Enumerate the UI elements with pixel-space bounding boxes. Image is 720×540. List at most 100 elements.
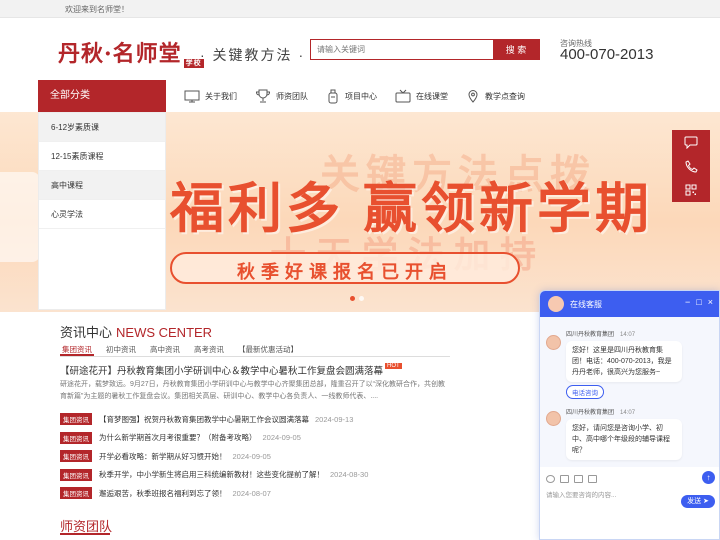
main-nav: 关于我们 师资团队 项目中心 在线课堂 教学点查询 [184,80,543,112]
carousel-dot[interactable] [350,296,355,301]
news-date: 2024-09-05 [232,451,271,461]
carousel-dot[interactable] [359,296,364,301]
banner-decoration [0,172,40,262]
category-item[interactable]: 高中课程 [39,171,165,200]
news-badge: 集团资讯 [60,468,92,481]
chat-widget: 在线客服 − □ × 四川丹秋教育集团 14:07 您好！这里是四川丹秋教育集团！… [539,290,720,540]
nav-locations[interactable]: 教学点查询 [466,89,525,103]
quick-contact-bar [672,130,710,202]
news-badge: 集团资讯 [60,487,92,500]
bottle-icon [328,89,338,103]
banner-pill: 秋季好课报名已开启 [170,252,520,284]
nav-online-label: 在线课堂 [416,91,448,101]
search-input[interactable] [311,40,493,59]
tab-gaokao[interactable]: 高考资讯 [192,343,226,356]
list-item[interactable]: 集团资讯 邂逅艰苦，秋季班报名福利到忘了领！ 2024-08-07 [60,484,450,503]
message-time: 14:07 [620,332,636,338]
news-item-title: 【育梦图强】祝贺丹秋教育集团教学中心暑期工作会议圆满落幕 [99,414,309,424]
trophy-icon [255,89,271,103]
message-bubble: 您好！这里是四川丹秋教育集团！电话：400-070-2013，我是丹丹老师，很高… [566,341,682,382]
qrcode-icon [685,184,697,196]
tab-high-school[interactable]: 高中资讯 [148,343,182,356]
quick-qrcode[interactable] [672,178,710,202]
nav-about-label: 关于我们 [205,91,237,101]
list-item[interactable]: 集团资讯 开学必看攻略：新学期从好习惯开始！ 2024-09-05 [60,447,450,466]
news-item-title: 秋季开学，中小学新生将启用三科统编新教材！这些变化提前了解！ [99,470,324,480]
send-button[interactable]: 发送 ➤ [681,495,715,508]
news-badge: 集团资讯 [60,431,92,444]
list-item[interactable]: 集团资讯 秋季开学，中小学新生将启用三科统编新教材！这些变化提前了解！ 2024-0… [60,466,450,485]
emoji-icon[interactable] [546,475,555,483]
chat-header[interactable]: 在线客服 − □ × [540,291,719,317]
news-date: 2024-08-07 [232,488,271,498]
news-date: 2024-09-05 [262,433,301,443]
news-section-title: 资讯中心 NEWS CENTER [60,322,212,341]
message-bubble: 您好，请问您是咨询小学、初中、高中哪个年级段的辅导课程呢？ [566,419,682,460]
image-icon[interactable] [560,475,569,483]
quick-phone[interactable] [672,154,710,178]
maximize-icon[interactable]: □ [696,297,701,307]
monitor-icon [184,90,200,102]
chat-tools [546,475,602,483]
nav-projects[interactable]: 项目中心 [326,89,377,104]
featured-news-title[interactable]: 【研途花开】丹秋教育集团小学研训中心＆教学中心暑秋工作复盘会圆满落幕 HOT [60,363,450,377]
message-time: 14:07 [620,410,636,416]
hot-badge: HOT [385,363,402,369]
tab-middle-school[interactable]: 初中资讯 [104,343,138,356]
news-badge: 集团资讯 [60,450,92,463]
welcome-text: 欢迎来到名师堂！ [65,5,129,14]
tab-promotions[interactable]: 【最新优惠活动】 [236,343,300,356]
tab-group-news[interactable]: 集团资讯 [60,343,94,356]
slogan: · 关键教方法 · [200,47,306,63]
nav-projects-label: 项目中心 [345,91,377,101]
news-item-title: 邂逅艰苦，秋季班报名福利到忘了领！ [99,488,227,498]
category-item[interactable]: 心灵学法 [39,200,165,229]
all-categories-header[interactable]: 全部分类 [38,80,166,112]
search-button[interactable]: 搜 索 [493,40,539,59]
nav-locations-label: 教学点查询 [485,91,525,101]
chat-footer: ↑ 请输入您要咨询的内容... 发送 ➤ [540,467,719,539]
featured-news-summary: 研途花开，载梦致远。9月27日，丹秋教育集团小学研训中心与教学中心齐聚集团总部，… [60,381,446,400]
banner-pill-text: 秋季好课报名已开启 [237,262,453,282]
agent-avatar [546,335,561,350]
message-meta: 四川丹秋教育集团 14:07 [566,329,635,338]
scroll-up-icon[interactable]: ↑ [702,471,715,484]
news-list: 集团资讯 【育梦图强】祝贺丹秋教育集团教学中心暑期工作会议圆满落幕 2024-09-… [60,410,450,503]
minimize-icon[interactable]: − [685,297,690,307]
news-item-title: 为什么新学期首次月考很重要？（附备考攻略） [99,433,257,443]
team-section-title: 师资团队 [60,516,112,535]
list-item[interactable]: 集团资讯 【育梦图强】祝贺丹秋教育集团教学中心暑期工作会议圆满落幕 2024-09-… [60,410,450,429]
carousel-dots [350,296,368,301]
close-icon[interactable]: × [708,297,713,307]
quick-chat[interactable] [672,130,710,154]
pin-icon [468,90,478,103]
news-date: 2024-09-13 [315,414,354,424]
file-icon[interactable] [574,475,583,483]
news-badge: 集团资讯 [60,413,92,426]
agent-name: 四川丹秋教育集团 [566,332,615,338]
message-meta: 四川丹秋教育集团 14:07 [566,407,635,416]
chat-title: 在线客服 [570,300,602,309]
top-bar: 欢迎来到名师堂！ [0,0,720,18]
nav-online[interactable]: 在线课堂 [395,89,448,103]
news-date: 2024-08-30 [330,470,369,480]
news-title-cn: 资讯中心 [60,325,113,340]
nav-teachers-label: 师资团队 [276,91,308,101]
news-item-title: 开学必看攻略：新学期从好习惯开始！ [99,451,227,461]
phone-consult-chip[interactable]: 电话咨询 [566,385,604,399]
list-item[interactable]: 集团资讯 为什么新学期首次月考很重要？（附备考攻略） 2024-09-05 [60,429,450,448]
category-item[interactable]: 6-12岁素质课 [39,113,165,142]
logo[interactable]: 丹秋·名师堂 学校 [58,36,204,68]
hotline-number: 400-070-2013 [560,46,654,63]
chat-body: 四川丹秋教育集团 14:07 您好！这里是四川丹秋教育集团！电话：400-070-… [540,317,719,467]
chat-input[interactable]: 请输入您要咨询的内容... [546,489,676,499]
featured-news-text: 【研途花开】丹秋教育集团小学研训中心＆教学中心暑秋工作复盘会圆满落幕 [60,366,384,377]
logo-text: 丹秋·名师堂 [58,41,182,67]
category-list: 6-12岁素质课 12-15素质课程 高中课程 心灵学法 [38,112,166,310]
nav-about[interactable]: 关于我们 [184,90,237,103]
agent-name: 四川丹秋教育集团 [566,410,615,416]
tv-icon [395,89,411,103]
nav-teachers[interactable]: 师资团队 [255,89,308,103]
screenshot-icon[interactable] [588,475,597,483]
category-item[interactable]: 12-15素质课程 [39,142,165,171]
